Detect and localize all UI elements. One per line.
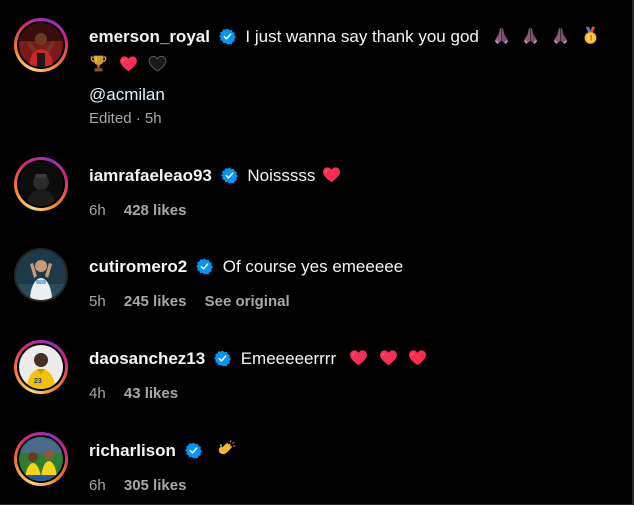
avatar-image: [19, 162, 63, 206]
comment-username[interactable]: daosanchez13: [89, 349, 205, 368]
comment-username[interactable]: richarlison: [89, 441, 176, 460]
medal-icon: [581, 26, 600, 45]
red-heart-icon: [119, 54, 138, 73]
comment-meta: 6h 428 likes: [89, 202, 186, 219]
see-original-button[interactable]: See original: [205, 293, 290, 310]
clapping-hands-icon: [217, 440, 236, 459]
avatar-image: [16, 250, 66, 300]
panel-border-right: [632, 0, 633, 505]
avatar[interactable]: 23: [14, 340, 68, 394]
red-heart-icon: [322, 165, 341, 184]
comment-likes[interactable]: 305 likes: [124, 477, 187, 494]
comment-likes[interactable]: 43 likes: [124, 385, 178, 402]
comment-time: 5h: [89, 293, 106, 310]
comment-likes[interactable]: 428 likes: [124, 202, 187, 219]
comment-username[interactable]: iamrafaeleao93: [89, 166, 212, 185]
verified-badge-icon: [185, 442, 202, 459]
caption-text: I just wanna say thank you god: [245, 27, 479, 46]
red-heart-icon: [349, 348, 368, 367]
comment-time: 6h: [89, 202, 106, 219]
comment-time: 4h: [89, 385, 106, 402]
praying-hands-icon: [521, 26, 540, 45]
comment-username[interactable]: cutiromero2: [89, 257, 187, 276]
red-heart-icon: [379, 348, 398, 367]
comment-text: Emeeeeerrrr: [240, 349, 337, 368]
avatar[interactable]: [14, 432, 68, 486]
comment-time: 6h: [89, 477, 106, 494]
praying-hands-icon: [492, 26, 511, 45]
praying-hands-icon: [551, 26, 570, 45]
comment-text: Of course yes emeeeee: [222, 257, 404, 276]
avatar[interactable]: [14, 18, 68, 72]
edited-timestamp: Edited · 5h: [89, 110, 162, 127]
comment-likes[interactable]: 245 likes: [124, 293, 187, 310]
comment-meta: 5h 245 likes See original: [89, 293, 290, 310]
avatar-image: [19, 23, 63, 67]
trophy-icon: [89, 54, 108, 73]
caption-meta: Edited · 5h: [89, 110, 162, 127]
comment-meta: 6h 305 likes: [89, 477, 186, 494]
verified-badge-icon: [214, 350, 231, 367]
avatar-image: [19, 437, 63, 481]
red-heart-icon: [408, 348, 427, 367]
verified-badge-icon: [219, 28, 236, 45]
avatar[interactable]: [14, 157, 68, 211]
avatar[interactable]: [14, 248, 68, 302]
comment-meta: 4h 43 likes: [89, 385, 178, 402]
mention-link[interactable]: @acmilan: [89, 85, 165, 104]
black-heart-icon: [148, 54, 167, 73]
comment-text: Noisssss: [247, 166, 316, 185]
verified-badge-icon: [221, 167, 238, 184]
verified-badge-icon: [196, 258, 213, 275]
svg-text:23: 23: [34, 378, 42, 385]
caption-username[interactable]: emerson_royal: [89, 27, 210, 46]
avatar-image: 23: [19, 345, 63, 389]
